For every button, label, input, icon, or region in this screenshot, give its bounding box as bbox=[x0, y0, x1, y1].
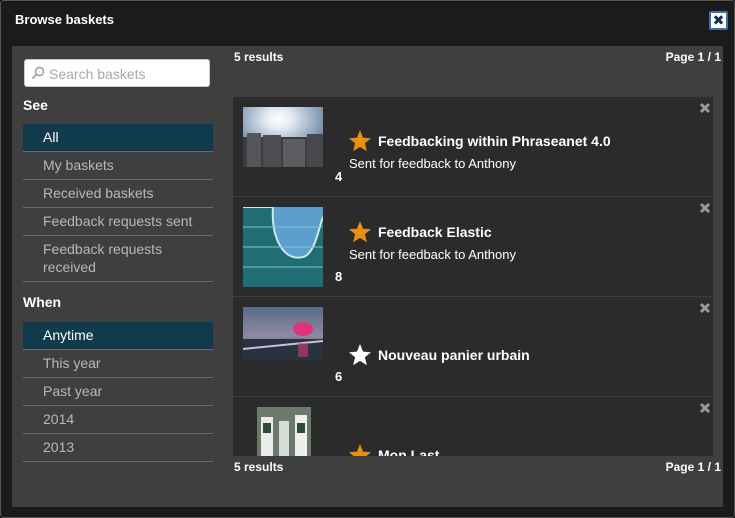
close-button[interactable]: ✖ bbox=[709, 11, 728, 30]
basket-thumbnail bbox=[243, 207, 323, 287]
results-count-bottom: 5 results bbox=[234, 460, 284, 474]
basket-name: Mon Last bbox=[378, 447, 440, 456]
filter-sidebar: See All My baskets Received baskets Feed… bbox=[12, 46, 224, 507]
dialog-title: Browse baskets bbox=[15, 12, 114, 27]
basket-card[interactable]: Nouveau panier urbain 6 bbox=[233, 297, 713, 396]
basket-list: Feedbacking within Phraseanet 4.0 Sent f… bbox=[233, 97, 713, 456]
starred-icon[interactable] bbox=[348, 220, 372, 244]
browse-baskets-dialog: Browse baskets ✖ See All My baskets Rece… bbox=[0, 0, 735, 518]
when-filter-list: Anytime This year Past year 2014 2013 bbox=[23, 322, 213, 462]
when-filter-2014[interactable]: 2014 bbox=[23, 406, 213, 434]
basket-card[interactable]: Feedback Elastic Sent for feedback to An… bbox=[233, 197, 713, 296]
basket-thumbnail bbox=[243, 307, 323, 360]
see-heading: See bbox=[23, 97, 48, 113]
starred-icon[interactable] bbox=[348, 443, 372, 456]
basket-thumbnail bbox=[257, 407, 311, 456]
delete-icon[interactable] bbox=[699, 402, 711, 414]
basket-card[interactable]: Mon Last bbox=[233, 397, 713, 456]
basket-name: Feedback Elastic bbox=[378, 224, 492, 240]
see-filter-feedback-sent[interactable]: Feedback requests sent bbox=[23, 208, 213, 236]
basket-name: Nouveau panier urbain bbox=[378, 347, 530, 363]
when-filter-2013[interactable]: 2013 bbox=[23, 434, 213, 462]
search-icon bbox=[31, 66, 45, 80]
see-filter-feedback-received[interactable]: Feedback requests received bbox=[23, 236, 213, 282]
when-filter-past-year[interactable]: Past year bbox=[23, 378, 213, 406]
delete-icon[interactable] bbox=[699, 202, 711, 214]
dialog-body: See All My baskets Received baskets Feed… bbox=[12, 46, 723, 507]
starred-icon[interactable] bbox=[348, 129, 372, 153]
see-filter-my-baskets[interactable]: My baskets bbox=[23, 152, 213, 180]
results-count-top: 5 results bbox=[234, 50, 284, 64]
see-filter-received-baskets[interactable]: Received baskets bbox=[23, 180, 213, 208]
basket-item-count: 4 bbox=[335, 169, 343, 184]
see-filter-all[interactable]: All bbox=[23, 124, 213, 152]
when-filter-this-year[interactable]: This year bbox=[23, 350, 213, 378]
basket-item-count: 6 bbox=[335, 369, 343, 384]
basket-subtitle: Sent for feedback to Anthony bbox=[349, 156, 516, 171]
see-filter-list: All My baskets Received baskets Feedback… bbox=[23, 124, 213, 282]
basket-name: Feedbacking within Phraseanet 4.0 bbox=[378, 133, 611, 149]
unstarred-icon[interactable] bbox=[348, 343, 372, 367]
search-input[interactable] bbox=[49, 64, 204, 84]
basket-item-count: 8 bbox=[335, 269, 343, 284]
pagination-top: Page 1 / 1 bbox=[665, 50, 721, 64]
pagination-bottom: Page 1 / 1 bbox=[665, 460, 721, 474]
delete-icon[interactable] bbox=[699, 102, 711, 114]
when-heading: When bbox=[23, 294, 62, 310]
when-filter-anytime[interactable]: Anytime bbox=[23, 322, 213, 350]
basket-thumbnail bbox=[243, 107, 323, 167]
search-box[interactable] bbox=[24, 59, 210, 87]
delete-icon[interactable] bbox=[699, 302, 711, 314]
basket-subtitle: Sent for feedback to Anthony bbox=[349, 247, 516, 262]
basket-card[interactable]: Feedbacking within Phraseanet 4.0 Sent f… bbox=[233, 97, 713, 196]
